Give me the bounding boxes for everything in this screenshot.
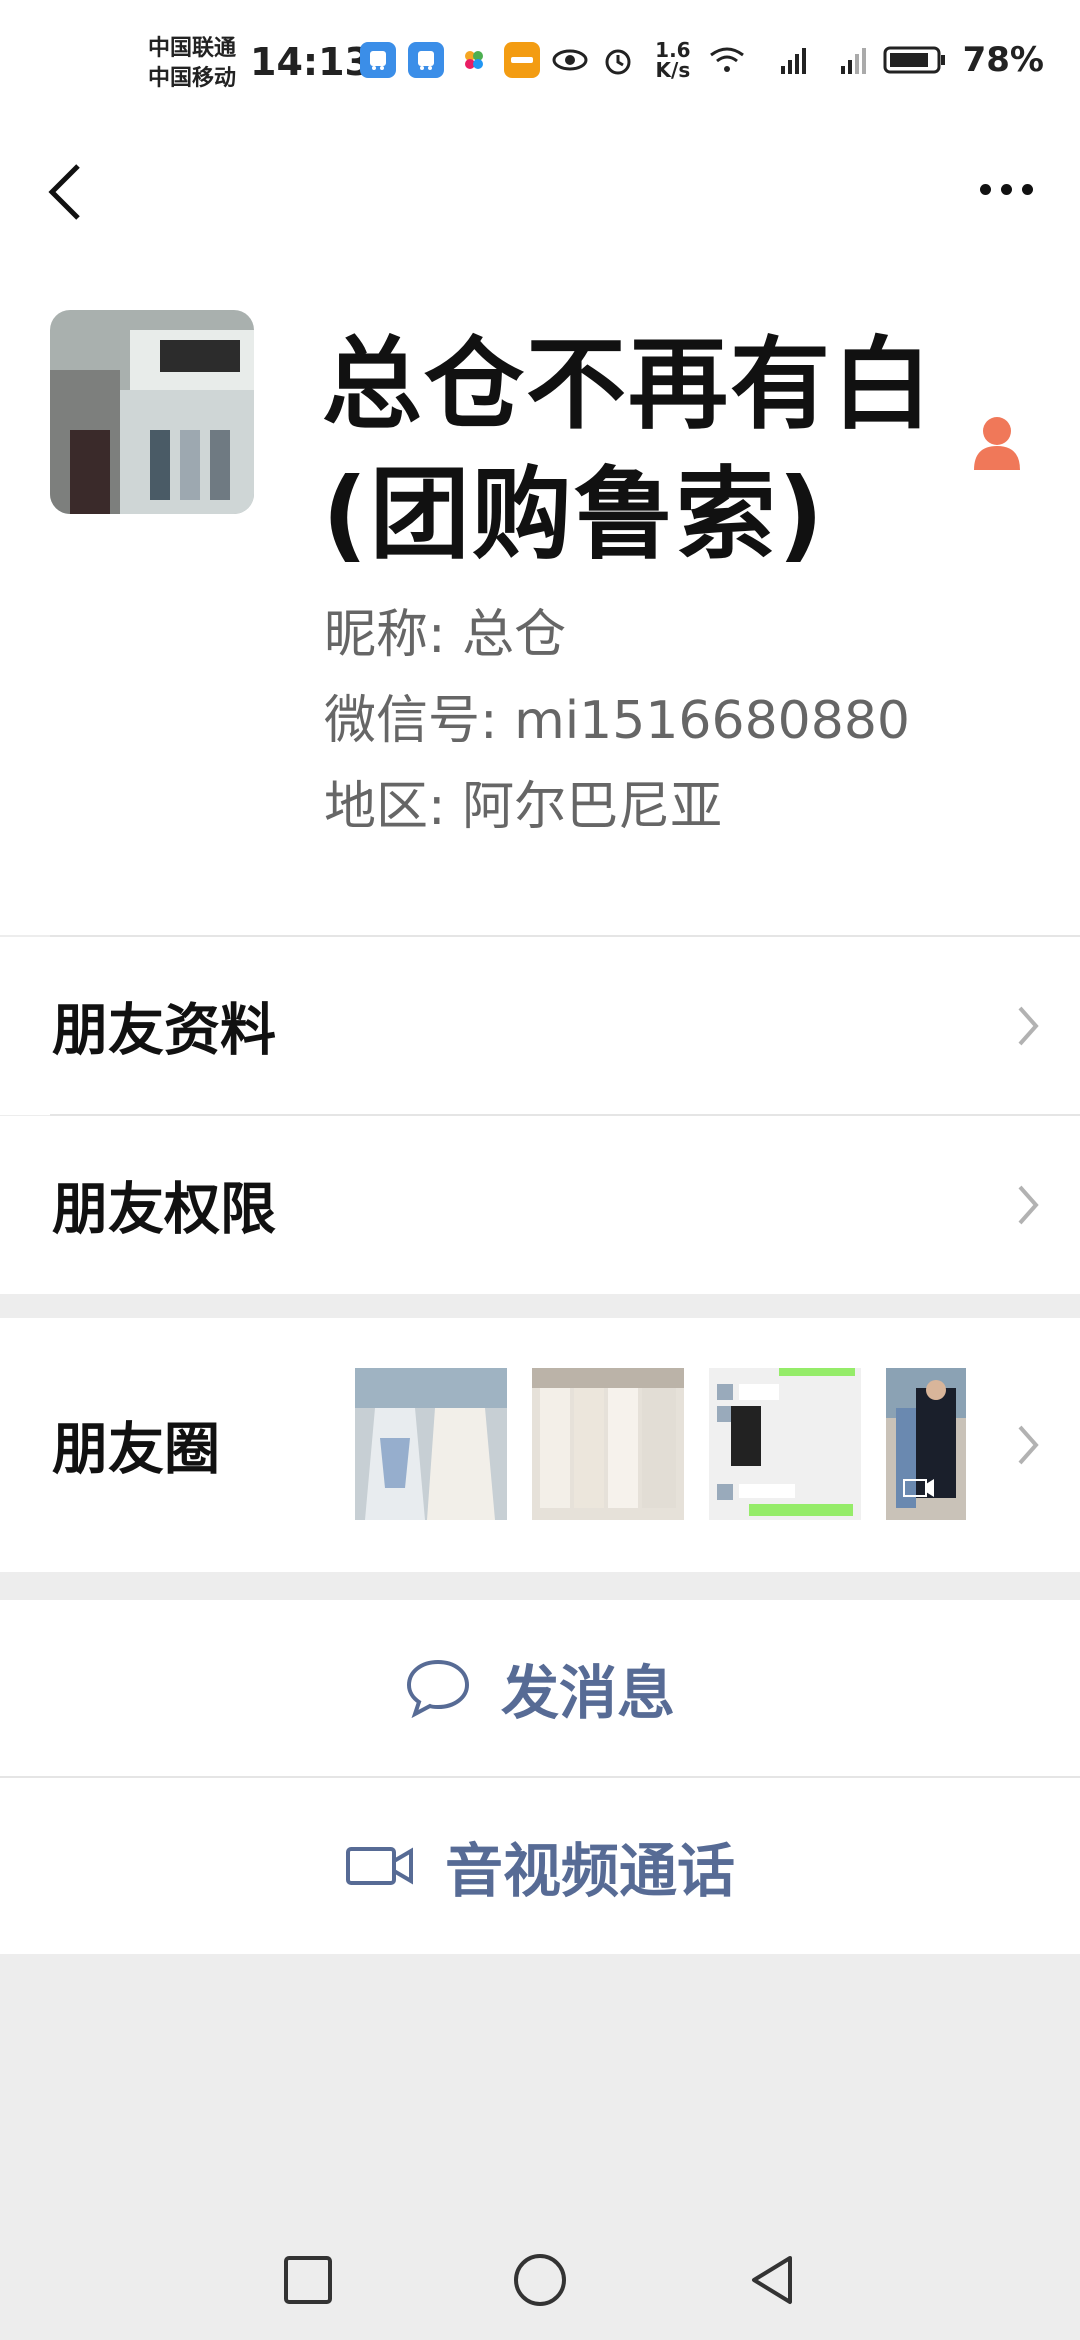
system-nav-bar (0, 2220, 1080, 2340)
back-arrow-icon[interactable] (44, 160, 84, 224)
moments-row[interactable]: 朋友圈 (0, 1318, 1080, 1572)
video-camera-icon (345, 1847, 413, 1885)
signal-4g-icon (840, 48, 866, 74)
status-indicators: 1.6 K/s 78% (655, 40, 1044, 80)
avatar[interactable] (50, 310, 254, 514)
top-bar (0, 130, 1080, 310)
friend-info-label: 朋友资料 (52, 998, 276, 1064)
send-message-button[interactable]: 发消息 (0, 1600, 1080, 1776)
video-call-button[interactable]: 音视频通话 (0, 1778, 1080, 1954)
send-message-label: 发消息 (500, 1659, 675, 1727)
wifi-icon (709, 47, 744, 72)
more-options-icon[interactable] (980, 174, 1040, 204)
friend-info-row[interactable]: 朋友资料 (0, 937, 1080, 1115)
carrier-2: 中国移动 (148, 66, 237, 91)
recents-square-icon[interactable] (278, 2250, 338, 2310)
friend-permissions-row[interactable]: 朋友权限 (0, 1116, 1080, 1294)
profile-name: 总仓不再有白(团购鲁索) (322, 326, 934, 573)
moments-thumbnail (709, 1368, 861, 1520)
wechat-id-row: 微信号: mi1516680880 (324, 678, 910, 753)
signal-4g-icon (780, 48, 806, 74)
battery-percent: 78% (962, 40, 1044, 80)
video-call-label: 音视频通话 (444, 1837, 735, 1905)
moments-thumbnail (532, 1368, 684, 1520)
chevron-right-icon (1018, 1006, 1039, 1046)
network-speed: 1.6 K/s (655, 38, 691, 82)
female-gender-icon (974, 417, 1020, 470)
flower-app-icon (456, 42, 492, 78)
moments-video-thumbnail (886, 1368, 966, 1520)
friend-permissions-label: 朋友权限 (52, 1177, 276, 1243)
bus-app-icon (360, 42, 396, 78)
nickname-label: 昵称: (324, 605, 446, 665)
wechat-id-label: 微信号: (324, 691, 498, 751)
clock: 14:13 (250, 40, 371, 84)
chevron-right-icon (1018, 1185, 1039, 1225)
wechat-id-value: mi1516680880 (514, 691, 911, 751)
imou-app-icon (504, 42, 540, 78)
nickname-value: 总仓 (462, 605, 567, 665)
moments-thumbnail (355, 1368, 507, 1520)
chevron-right-icon (1018, 1425, 1039, 1465)
battery-icon (883, 46, 945, 74)
alarm-icon (600, 42, 636, 78)
moments-label: 朋友圈 (52, 1417, 220, 1483)
chat-bubble-icon (406, 1659, 469, 1718)
nickname-row: 昵称: 总仓 (324, 592, 566, 667)
bus-app-icon (408, 42, 444, 78)
profile-header: 总仓不再有白(团购鲁索) 昵称: 总仓 微信号: mi1516680880 地区… (0, 310, 1080, 935)
region-label: 地区: (324, 777, 446, 837)
region-value: 阿尔巴尼亚 (462, 777, 723, 837)
region-row: 地区: 阿尔巴尼亚 (324, 764, 722, 839)
back-triangle-icon[interactable] (742, 2250, 802, 2310)
eye-icon (552, 42, 588, 78)
notification-icons (360, 42, 636, 78)
status-bar: 中国联通 中国移动 14:13 1.6 K/s 78% (0, 0, 1080, 130)
carrier-info: 中国联通 中国移动 (148, 34, 236, 94)
home-circle-icon[interactable] (510, 2250, 570, 2310)
carrier-1: 中国联通 (148, 36, 237, 61)
